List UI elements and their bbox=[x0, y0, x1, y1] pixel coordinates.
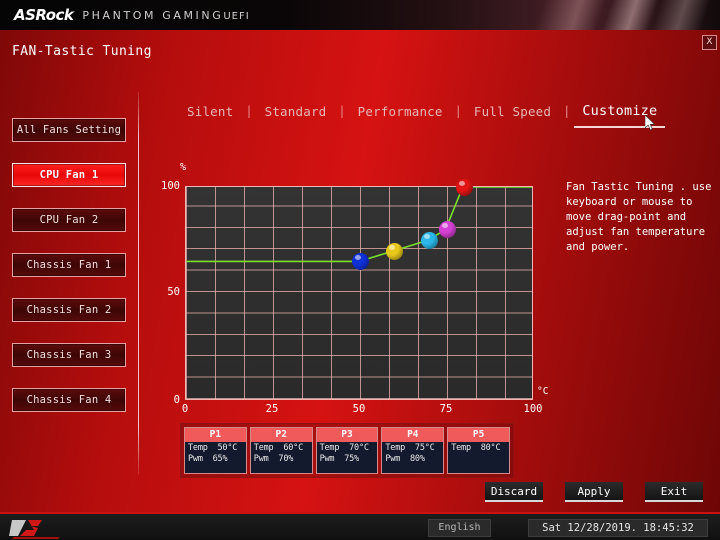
sidebar-item-chassis-fan-1[interactable]: Chassis Fan 1 bbox=[12, 253, 126, 277]
brand-logo-group: ASRock PHANTOM GAMINGUEFI bbox=[14, 0, 250, 30]
temp-value: 70°C bbox=[349, 443, 369, 453]
point-card-temp: Temp 75°C bbox=[382, 442, 443, 453]
sidebar-item-chassis-fan-2[interactable]: Chassis Fan 2 bbox=[12, 298, 126, 322]
tab-divider: | bbox=[338, 104, 346, 118]
temp-label: Temp bbox=[319, 443, 340, 453]
temp-label: Temp bbox=[451, 443, 471, 453]
drag-point-p1[interactable] bbox=[351, 253, 369, 271]
drag-point-p5[interactable] bbox=[455, 178, 473, 196]
fan-curve-chart: % °C 100 50 0 0 25 50 75 100 bbox=[160, 160, 560, 425]
sidebar-item-chassis-fan-4[interactable]: Chassis Fan 4 bbox=[12, 388, 126, 412]
temp-label: Temp bbox=[385, 443, 406, 453]
x-tick-50: 50 bbox=[352, 403, 366, 415]
temp-value: 80°C bbox=[480, 443, 501, 453]
y-axis-label: % bbox=[180, 162, 187, 173]
x-tick-0: 0 bbox=[181, 403, 189, 415]
language-selector[interactable]: English bbox=[428, 519, 491, 537]
close-icon[interactable]: X bbox=[702, 35, 717, 50]
datetime-display: Sat 12/28/2019. 18:45:32 bbox=[528, 519, 708, 537]
point-card-temp: Temp 60°C bbox=[251, 442, 312, 453]
sidebar-item-cpu-fan-2[interactable]: CPU Fan 2 bbox=[12, 208, 126, 232]
point-card-title: P5 bbox=[448, 428, 509, 442]
point-card-pwm: Pwm 70% bbox=[251, 453, 312, 464]
point-cards: P1 Temp 50°C Pwm 65% P2 Temp 60°C Pwm 70… bbox=[180, 423, 514, 478]
point-card-temp: Temp 70°C bbox=[317, 442, 378, 453]
temp-value: 75°C bbox=[414, 443, 435, 453]
tab-divider: | bbox=[245, 104, 253, 118]
tab-customize[interactable]: Customize bbox=[570, 103, 669, 128]
brand-bar: ASRock PHANTOM GAMINGUEFI bbox=[0, 0, 720, 30]
exit-button[interactable]: Exit bbox=[645, 482, 703, 502]
temp-value: 60°C bbox=[283, 443, 303, 453]
phantom-gaming-text: PHANTOM GAMING bbox=[82, 8, 224, 22]
action-buttons: Discard Apply Exit bbox=[485, 482, 703, 502]
point-card-p1[interactable]: P1 Temp 50°C Pwm 65% bbox=[184, 427, 247, 474]
brand-light-streaks bbox=[420, 0, 720, 30]
apply-button[interactable]: Apply bbox=[565, 482, 623, 502]
help-text: Fan Tastic Tuning . use keyboard or mous… bbox=[566, 181, 712, 253]
point-card-p4[interactable]: P4 Temp 75°C Pwm 80% bbox=[381, 427, 445, 474]
fan-curve-line bbox=[186, 187, 532, 263]
point-card-p5[interactable]: P5 Temp 80°C bbox=[447, 427, 510, 474]
preset-tabs: Silent | Standard | Performance | Full S… bbox=[175, 96, 705, 128]
uefi-text: UEFI bbox=[223, 10, 250, 22]
point-card-temp: Temp 80°C bbox=[448, 442, 509, 453]
asrock-logo: ASRock bbox=[14, 6, 74, 24]
tab-divider: | bbox=[454, 104, 462, 118]
point-card-title: P4 bbox=[382, 428, 444, 442]
point-card-p2[interactable]: P2 Temp 60°C Pwm 70% bbox=[249, 427, 313, 474]
x-tick-100: 100 bbox=[523, 403, 543, 415]
sidebar-item-all-fans-setting[interactable]: All Fans Setting bbox=[12, 118, 126, 142]
drag-point-p2[interactable] bbox=[386, 242, 404, 260]
point-card-temp: Temp 50°C bbox=[185, 442, 246, 453]
page-title: FAN-Tastic Tuning bbox=[12, 44, 152, 59]
brand-subtitle: PHANTOM GAMINGUEFI bbox=[82, 9, 249, 22]
x-tick-25: 25 bbox=[265, 403, 279, 415]
sidebar: All Fans Setting CPU Fan 1 CPU Fan 2 Cha… bbox=[0, 118, 132, 433]
pwm-label: Pwm bbox=[188, 454, 203, 464]
tab-divider: | bbox=[563, 104, 571, 118]
discard-button[interactable]: Discard bbox=[485, 482, 543, 502]
y-tick-100: 100 bbox=[161, 180, 180, 192]
x-axis-label: °C bbox=[537, 386, 549, 397]
point-card-pwm: Pwm 75% bbox=[317, 453, 378, 464]
vertical-divider bbox=[138, 92, 139, 474]
pwm-value: 80% bbox=[410, 454, 425, 464]
tab-silent[interactable]: Silent bbox=[175, 104, 245, 119]
status-bar: English Sat 12/28/2019. 18:45:32 bbox=[0, 512, 720, 540]
pwm-value: 70% bbox=[278, 454, 294, 464]
y-tick-50: 50 bbox=[167, 286, 180, 298]
pwm-value: 65% bbox=[212, 454, 228, 464]
uefi-screen: ASRock PHANTOM GAMINGUEFI FAN-Tastic Tun… bbox=[0, 0, 720, 540]
sidebar-item-cpu-fan-1[interactable]: CPU Fan 1 bbox=[12, 163, 126, 187]
phantom-gaming-logo-icon bbox=[9, 520, 60, 539]
tab-full-speed[interactable]: Full Speed bbox=[462, 104, 563, 119]
temp-label: Temp bbox=[188, 443, 208, 453]
drag-point-p3[interactable] bbox=[421, 232, 439, 249]
temp-label: Temp bbox=[253, 443, 274, 453]
point-card-pwm: Pwm 65% bbox=[185, 453, 246, 464]
pwm-label: Pwm bbox=[319, 454, 335, 464]
x-tick-75: 75 bbox=[439, 403, 453, 415]
point-card-p3[interactable]: P3 Temp 70°C Pwm 75% bbox=[315, 427, 379, 474]
pwm-value: 75% bbox=[344, 454, 359, 464]
drag-point-p4[interactable] bbox=[438, 221, 456, 239]
temp-value: 50°C bbox=[217, 443, 238, 453]
sidebar-item-chassis-fan-3[interactable]: Chassis Fan 3 bbox=[12, 343, 126, 367]
point-card-pwm: Pwm 80% bbox=[382, 453, 443, 464]
pwm-label: Pwm bbox=[385, 454, 401, 464]
plot-area[interactable] bbox=[185, 178, 533, 400]
point-card-title: P2 bbox=[250, 428, 312, 442]
tab-standard[interactable]: Standard bbox=[253, 104, 339, 119]
tab-performance[interactable]: Performance bbox=[346, 104, 455, 119]
point-card-title: P3 bbox=[316, 428, 378, 442]
pwm-label: Pwm bbox=[253, 454, 269, 464]
point-card-title: P1 bbox=[185, 428, 246, 442]
